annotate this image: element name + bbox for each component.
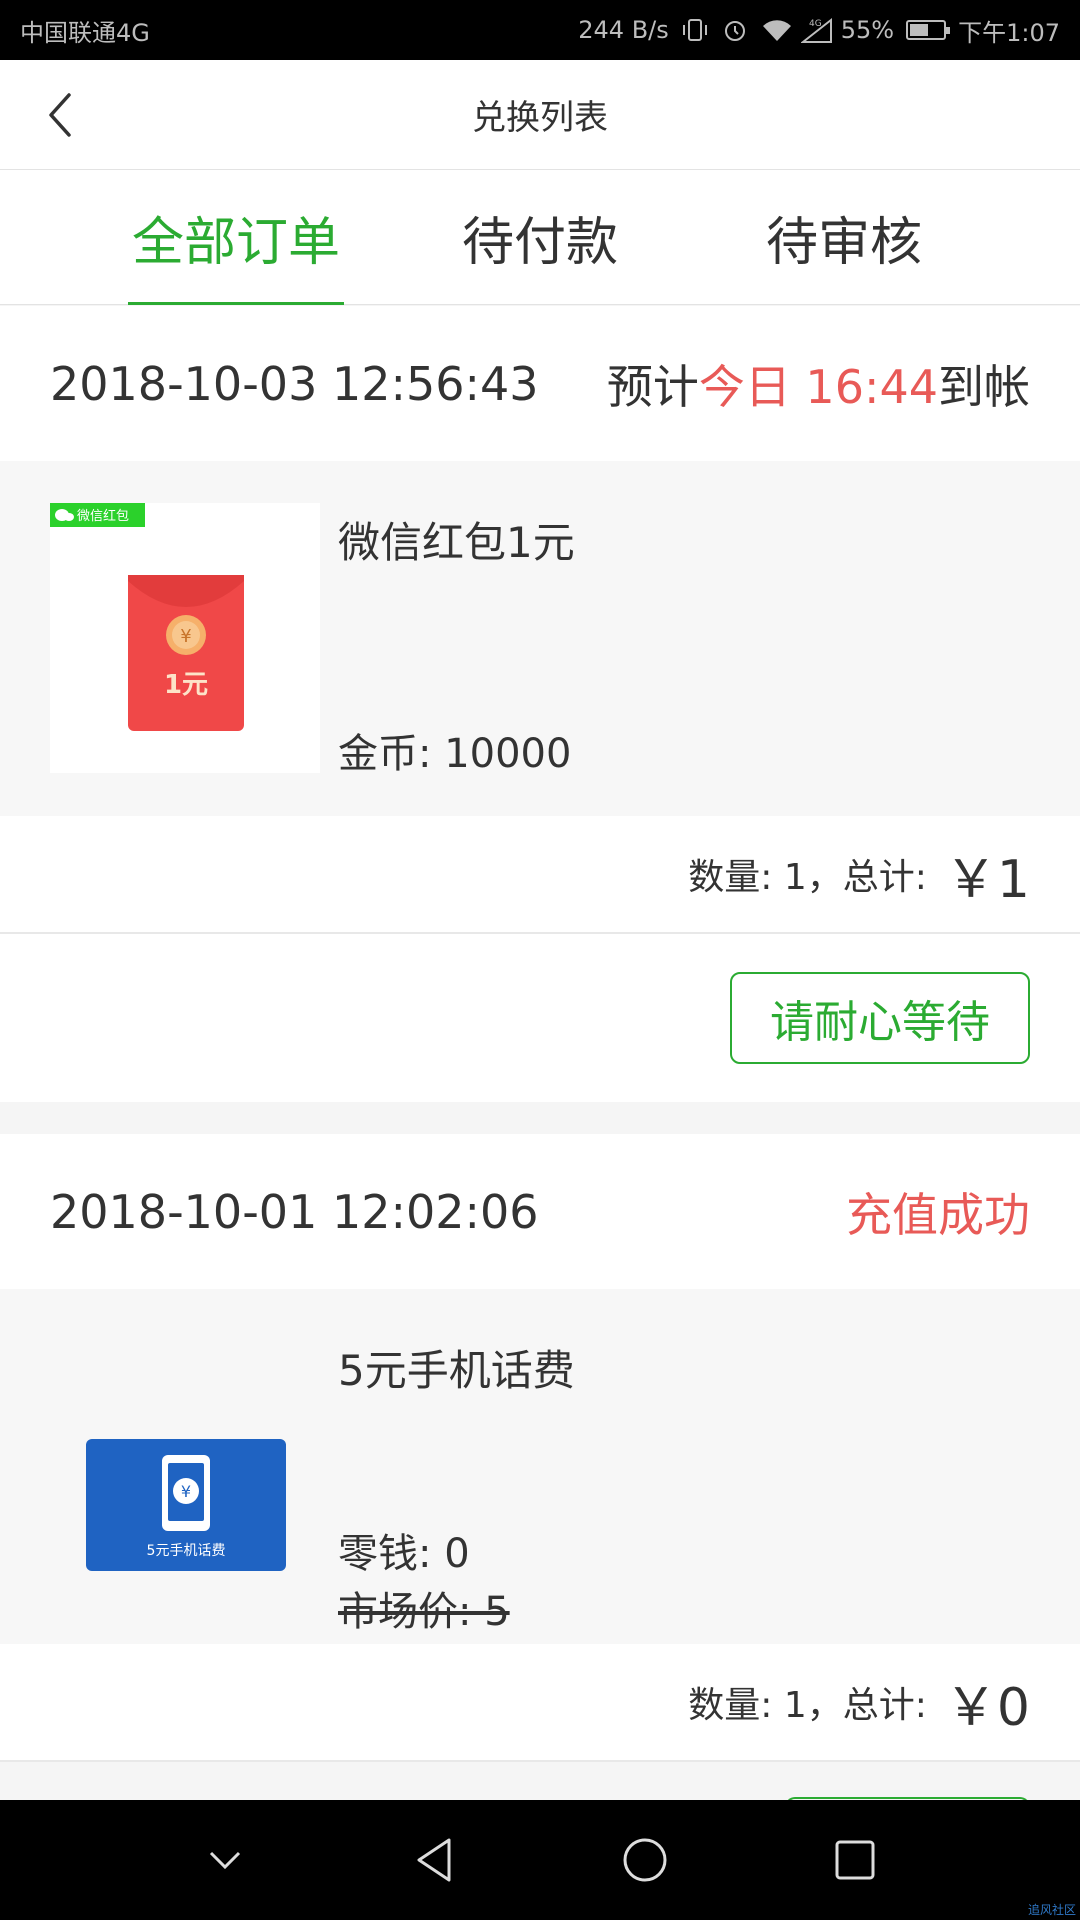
chevron-left-icon — [49, 93, 71, 137]
battery-icon — [906, 20, 951, 40]
status-bar-right: 244 B/s 4G 55% 下午1:07 — [578, 13, 1060, 48]
screen: 中国联通4G 244 B/s 4G 55% 下午1:07 兑换列表 全部订单 待… — [0, 0, 1080, 1920]
order-actions: 请耐心等待 — [0, 934, 1080, 1102]
status-suffix: 到帐 — [938, 359, 1030, 414]
order-tabs: 全部订单 待付款 待审核 — [0, 170, 1080, 305]
svg-text:¥: ¥ — [181, 1482, 191, 1501]
phone-credit-image: ¥ 5元手机话费 — [86, 1439, 286, 1571]
chevron-down-icon[interactable] — [195, 1830, 255, 1890]
thumb-label: 1元 — [164, 670, 208, 700]
home-circle-icon[interactable] — [615, 1830, 675, 1890]
order-status: 充值成功 — [846, 1187, 1030, 1242]
item-price: 零钱: 0 — [338, 1531, 470, 1577]
system-nav-bar — [0, 1800, 1080, 1920]
network-speed: 244 B/s — [578, 16, 669, 44]
item-thumbnail: ¥ 5元手机话费 — [50, 1331, 320, 1601]
order-card[interactable]: 2018-10-01 12:02:06 充值成功 ¥ 5元手机话费 5元手机话费… — [0, 1134, 1080, 1762]
thumb-label: 5元手机话费 — [147, 1543, 226, 1559]
order-time: 2018-10-01 12:02:06 — [50, 1184, 539, 1239]
watermark: 追风社区 — [1027, 1903, 1076, 1917]
svg-text:¥: ¥ — [180, 626, 191, 647]
item-price: 金币: 10000 — [338, 731, 572, 777]
wifi-icon — [761, 16, 791, 44]
red-envelope-image: 微信红包 ¥ 1元 — [50, 503, 244, 731]
tab-pending-review[interactable]: 待审核 — [744, 170, 944, 305]
order-item[interactable]: 微信红包 ¥ 1元 微信红包1元 金币: 10000 — [0, 461, 1080, 816]
battery-percent: 55% — [840, 16, 895, 44]
market-price: 市场价: 5 — [338, 1589, 510, 1635]
order-card[interactable]: 2018-10-03 12:56:43 预计今日 16:44到帐 微信红包 ¥ — [0, 306, 1080, 1102]
tab-pending-payment[interactable]: 待付款 — [440, 170, 640, 305]
item-name: 5元手机话费 — [338, 1346, 575, 1395]
tab-all-orders[interactable]: 全部订单 — [128, 170, 344, 305]
order-time: 2018-10-03 12:56:43 — [50, 356, 539, 411]
tab-active-indicator — [128, 302, 344, 305]
clock: 下午1:07 — [958, 18, 1060, 47]
thumb-badge-text: 微信红包 — [77, 508, 129, 524]
item-name: 微信红包1元 — [338, 518, 575, 567]
status-prefix: 预计 — [606, 359, 699, 414]
order-header: 2018-10-03 12:56:43 预计今日 16:44到帐 — [0, 306, 1080, 461]
status-eta: 今日 16:44 — [698, 359, 938, 414]
order-summary: 数量: 1，总计: ￥0 — [0, 1644, 1080, 1762]
back-triangle-icon[interactable] — [405, 1830, 465, 1890]
tab-label: 全部订单 — [131, 213, 340, 273]
signal-icon: 4G — [799, 16, 832, 44]
carrier-label: 中国联通4G — [20, 18, 150, 47]
order-item[interactable]: ¥ 5元手机话费 5元手机话费 零钱: 0 市场价: 5 — [0, 1289, 1080, 1644]
order-summary: 数量: 1，总计: ￥1 — [0, 816, 1080, 934]
battery-fill — [910, 24, 928, 36]
order-total: ￥0 — [944, 1677, 1030, 1738]
back-button[interactable] — [30, 85, 90, 145]
vibrate-icon — [681, 16, 709, 44]
tab-label: 待付款 — [461, 213, 618, 273]
recents-square-icon[interactable] — [825, 1830, 885, 1890]
summary-label: 数量: 1，总计: — [688, 857, 927, 898]
alarm-icon — [721, 16, 749, 44]
order-status: 预计今日 16:44到帐 — [607, 351, 1030, 417]
tab-label: 待审核 — [765, 213, 922, 273]
status-bar: 中国联通4G 244 B/s 4G 55% 下午1:07 — [0, 0, 1080, 60]
page-title: 兑换列表 — [472, 98, 608, 138]
order-header: 2018-10-01 12:02:06 充值成功 — [0, 1134, 1080, 1289]
summary-label: 数量: 1，总计: — [688, 1685, 927, 1726]
svg-text:4G: 4G — [809, 19, 822, 29]
order-total: ￥1 — [944, 849, 1030, 910]
item-thumbnail: 微信红包 ¥ 1元 — [50, 503, 320, 773]
app-header: 兑换列表 — [0, 60, 1080, 170]
please-wait-button[interactable]: 请耐心等待 — [730, 972, 1030, 1064]
